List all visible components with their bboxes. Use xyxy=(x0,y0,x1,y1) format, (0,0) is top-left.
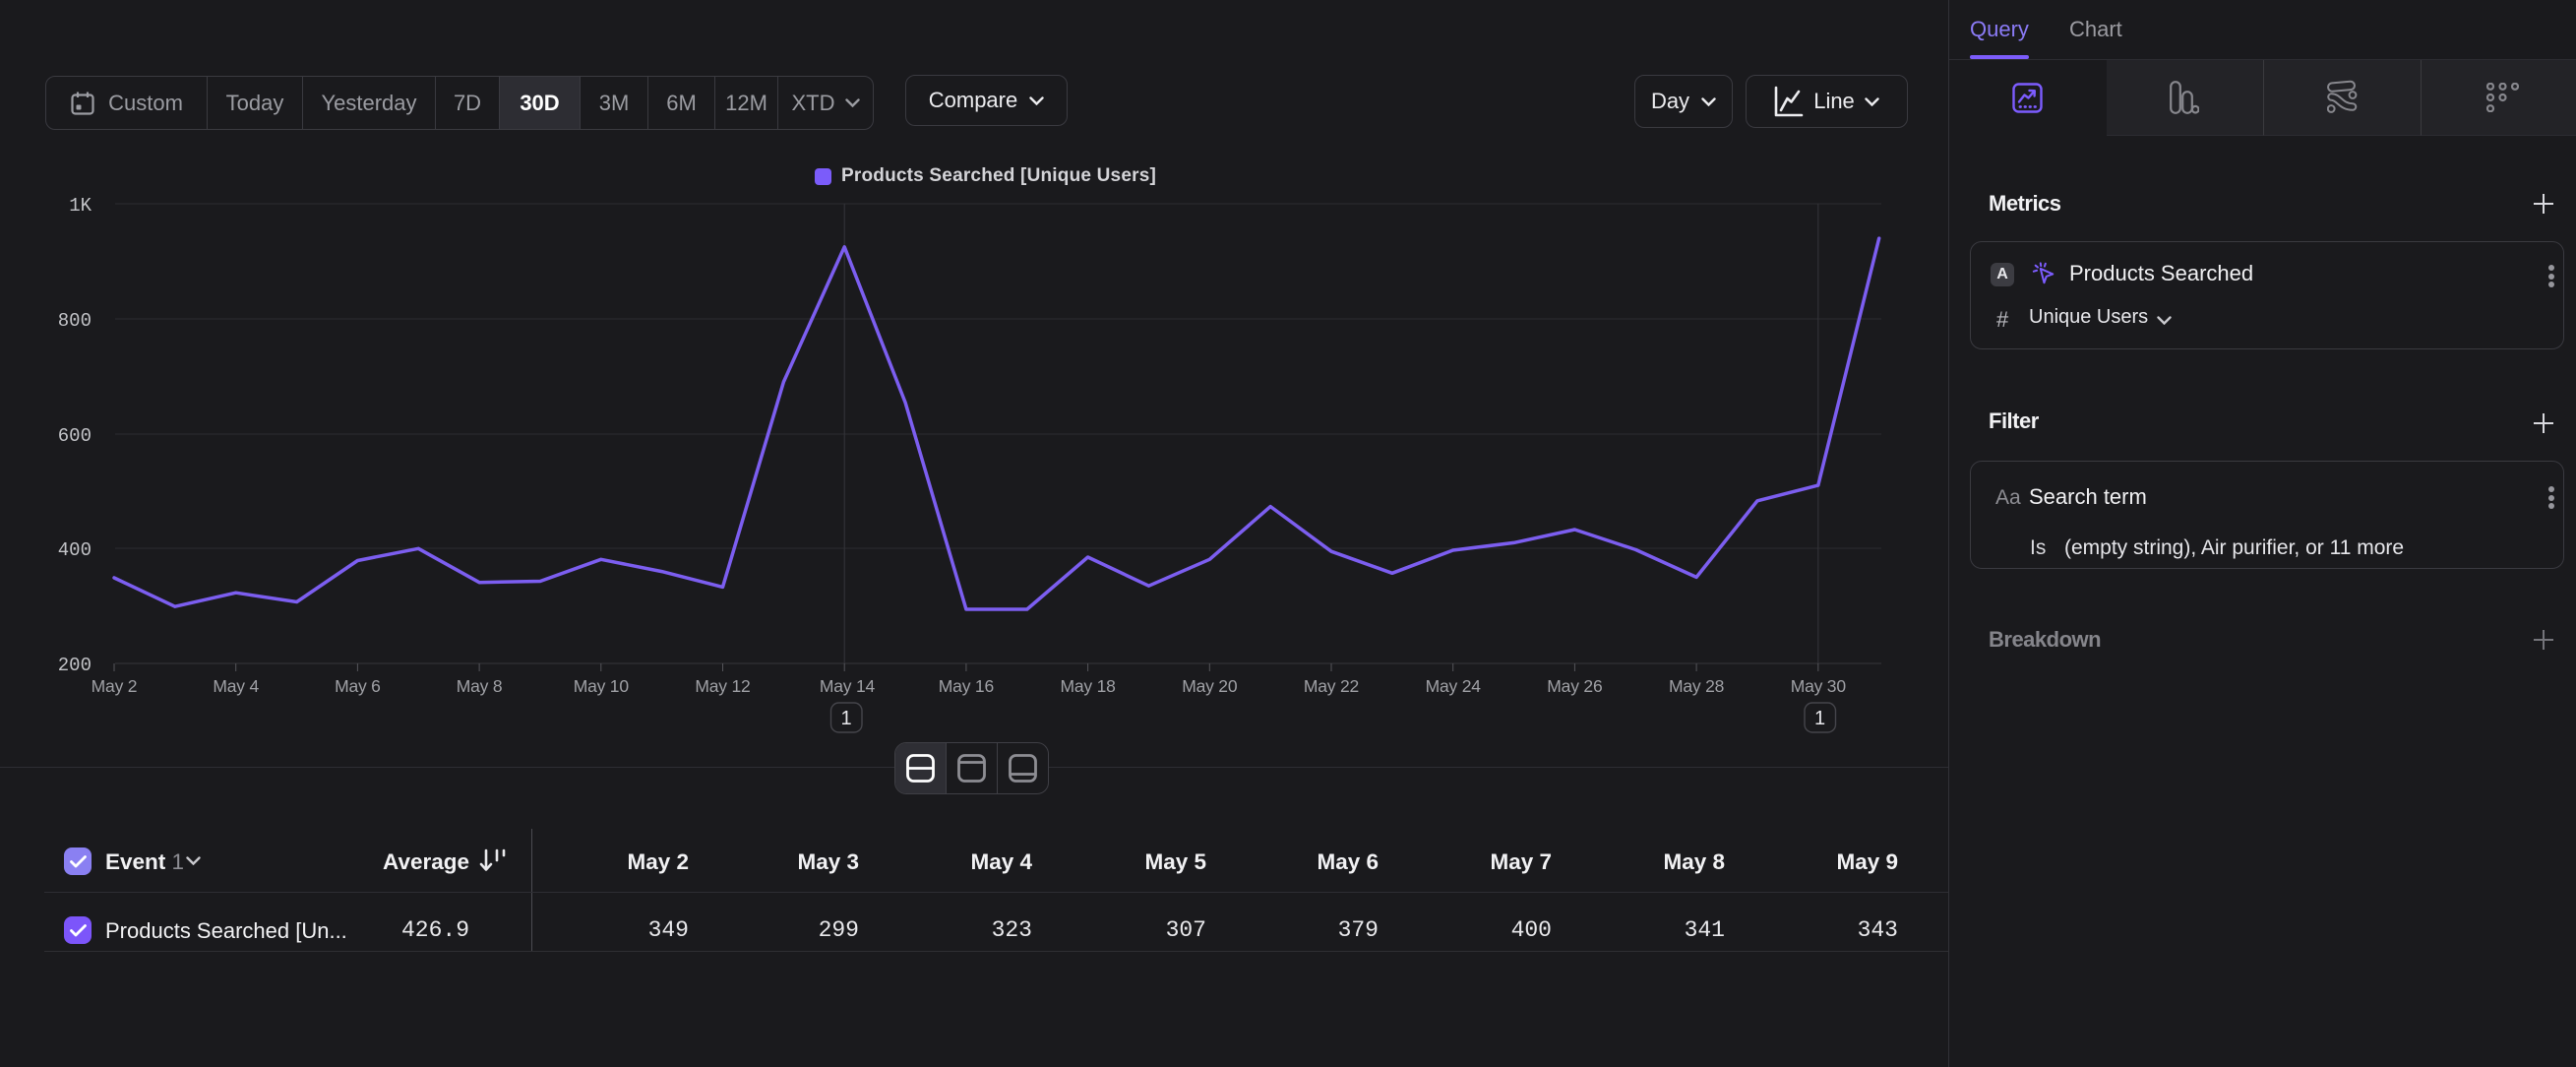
svg-text:1K: 1K xyxy=(69,195,92,217)
svg-text:May 14: May 14 xyxy=(820,676,876,696)
svg-text:200: 200 xyxy=(58,655,92,676)
svg-text:May 10: May 10 xyxy=(574,676,630,696)
svg-text:May 18: May 18 xyxy=(1060,676,1115,696)
svg-text:May 16: May 16 xyxy=(939,676,994,696)
svg-text:May 12: May 12 xyxy=(695,676,750,696)
svg-text:May 20: May 20 xyxy=(1182,676,1238,696)
svg-text:May 30: May 30 xyxy=(1791,676,1847,696)
svg-text:May 26: May 26 xyxy=(1547,676,1602,696)
svg-text:May 28: May 28 xyxy=(1669,676,1724,696)
svg-text:May 8: May 8 xyxy=(457,676,503,696)
svg-text:May 24: May 24 xyxy=(1426,676,1482,696)
svg-text:1: 1 xyxy=(1814,708,1825,729)
svg-text:400: 400 xyxy=(58,539,92,561)
svg-text:600: 600 xyxy=(58,425,92,447)
svg-text:May 2: May 2 xyxy=(92,676,138,696)
svg-text:800: 800 xyxy=(58,310,92,332)
svg-text:May 4: May 4 xyxy=(213,676,259,696)
svg-text:May 6: May 6 xyxy=(335,676,381,696)
svg-text:1: 1 xyxy=(840,708,851,729)
svg-text:May 22: May 22 xyxy=(1304,676,1359,696)
